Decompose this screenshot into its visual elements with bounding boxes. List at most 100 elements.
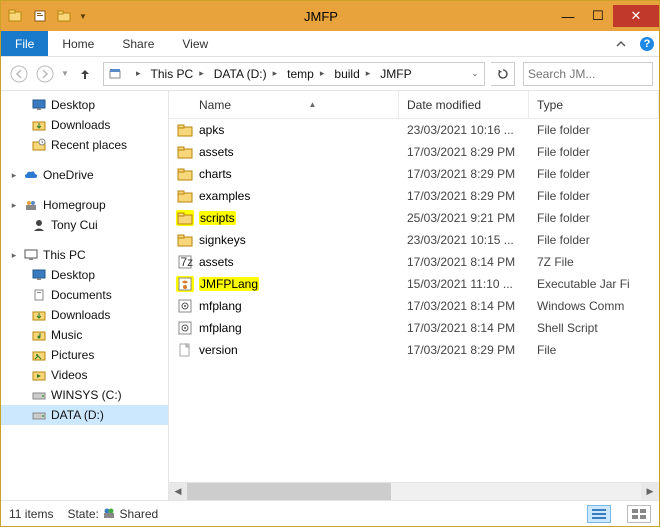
view-icons-button[interactable] — [627, 505, 651, 523]
horizontal-scrollbar[interactable]: ◀ ▶ — [169, 482, 659, 500]
list-row[interactable]: version17/03/2021 8:29 PMFile — [169, 339, 659, 361]
crumb-4[interactable]: JMFP — [374, 63, 415, 85]
col-type-header[interactable]: Type — [529, 91, 659, 118]
file-name: apks — [199, 123, 224, 137]
ribbon-expand-button[interactable] — [607, 31, 635, 56]
quick-access-toolbar: ▼ — [29, 5, 89, 27]
address-bar[interactable]: ▸ This PC▸ DATA (D:)▸ temp▸ build▸ JMFP … — [103, 62, 485, 86]
nav-recent-dropdown[interactable]: ▼ — [59, 62, 71, 86]
list-row[interactable]: JMFPLang15/03/2021 11:10 ...Executable J… — [169, 273, 659, 295]
tree-thispc[interactable]: ▸This PC — [1, 245, 168, 265]
cell-date: 15/03/2021 11:10 ... — [399, 277, 529, 291]
window-controls: — ☐ ✕ — [553, 5, 659, 27]
tree-pc-desktop[interactable]: Desktop — [1, 265, 168, 285]
tree-fav-recent[interactable]: Recent places — [1, 135, 168, 155]
list-row[interactable]: assets17/03/2021 8:29 PMFile folder — [169, 141, 659, 163]
window-title: JMFP — [89, 9, 553, 24]
status-item-count: 11 items — [9, 507, 53, 521]
qat-newfolder-button[interactable] — [53, 5, 75, 27]
scroll-right-button[interactable]: ▶ — [641, 483, 659, 501]
list-row[interactable]: mfplang17/03/2021 8:14 PMWindows Comm — [169, 295, 659, 317]
crumb-0[interactable]: This PC▸ — [145, 63, 208, 85]
minimize-button[interactable]: — — [553, 5, 583, 27]
list-row[interactable]: mfplang17/03/2021 8:14 PMShell Script — [169, 317, 659, 339]
list-row[interactable]: apks23/03/2021 10:16 ...File folder — [169, 119, 659, 141]
view-details-button[interactable] — [587, 505, 611, 523]
nav-up-button[interactable] — [73, 62, 97, 86]
svg-text:7z: 7z — [181, 255, 194, 269]
list-rows[interactable]: apks 23/03/2021 10:16 ... File folder asset… — [169, 119, 659, 482]
search-input[interactable] — [524, 67, 660, 81]
refresh-button[interactable] — [491, 62, 515, 86]
ribbon-home-tab[interactable]: Home — [48, 31, 108, 56]
cell-name: examples — [169, 188, 399, 204]
ribbon: File Home Share View ? — [1, 31, 659, 57]
tree-onedrive[interactable]: ▸OneDrive — [1, 165, 168, 185]
crumb-1[interactable]: DATA (D:)▸ — [208, 63, 281, 85]
tree-pc-downloads[interactable]: Downloads — [1, 305, 168, 325]
help-button[interactable]: ? — [635, 31, 659, 56]
scroll-track[interactable] — [187, 483, 641, 501]
ribbon-file-tab[interactable]: File — [1, 31, 48, 56]
nav-back-button[interactable] — [7, 62, 31, 86]
desktop-icon — [31, 98, 47, 112]
jar-icon — [177, 276, 193, 292]
tree-pc-documents[interactable]: Documents — [1, 285, 168, 305]
tree-pc-pictures[interactable]: Pictures — [1, 345, 168, 365]
cell-date: 17/03/2021 8:29 PM — [399, 343, 529, 357]
cell-name: mfplang — [169, 320, 399, 336]
cell-date: 23/03/2021 10:15 ... — [399, 233, 529, 247]
tree-homegroup[interactable]: ▸Homegroup — [1, 195, 168, 215]
address-dropdown[interactable]: ⌄ — [466, 69, 484, 78]
tree-pc-drive-c[interactable]: WINSYS (C:) — [1, 385, 168, 405]
search-box[interactable] — [523, 62, 653, 86]
ribbon-share-tab[interactable]: Share — [108, 31, 168, 56]
list-row[interactable]: scripts25/03/2021 9:21 PMFile folder — [169, 207, 659, 229]
cell-name: assets — [169, 144, 399, 160]
tree-homegroup-user[interactable]: Tony Cui — [1, 215, 168, 235]
crumb-3[interactable]: build▸ — [328, 63, 374, 85]
tree-pc-videos[interactable]: Videos — [1, 365, 168, 385]
qat-properties-button[interactable] — [29, 5, 51, 27]
folder-icon — [177, 188, 193, 204]
nav-tree[interactable]: Desktop Downloads Recent places ▸OneDriv… — [1, 91, 169, 500]
list-row[interactable]: charts17/03/2021 8:29 PMFile folder — [169, 163, 659, 185]
tree-pc-music[interactable]: Music — [1, 325, 168, 345]
app-icon — [7, 9, 23, 23]
crumb-root-sep[interactable]: ▸ — [126, 63, 145, 85]
close-button[interactable]: ✕ — [613, 5, 659, 27]
onedrive-icon — [23, 168, 39, 182]
explorer-window: ▼ JMFP — ☐ ✕ File Home Share View ? ▼ — [0, 0, 660, 527]
cell-name: mfplang — [169, 298, 399, 314]
scroll-thumb[interactable] — [187, 483, 391, 501]
list-row[interactable]: examples17/03/2021 8:29 PMFile folder — [169, 185, 659, 207]
crumb-2[interactable]: temp▸ — [281, 63, 328, 85]
cell-name: signkeys — [169, 232, 399, 248]
qat-dropdown[interactable]: ▼ — [77, 5, 89, 27]
cell-name: version — [169, 342, 399, 358]
maximize-button[interactable]: ☐ — [583, 5, 613, 27]
list-row[interactable]: signkeys23/03/2021 10:15 ...File folder — [169, 229, 659, 251]
downloads-icon — [31, 308, 47, 322]
folder-icon — [177, 166, 193, 182]
tree-pc-drive-d[interactable]: DATA (D:) — [1, 405, 168, 425]
body: Desktop Downloads Recent places ▸OneDriv… — [1, 91, 659, 500]
chevron-right-icon: ▸ — [9, 170, 19, 181]
nav-forward-button[interactable] — [33, 62, 57, 86]
cell-type: File folder — [529, 233, 659, 247]
ribbon-view-tab[interactable]: View — [168, 31, 222, 56]
file-icon — [177, 342, 193, 358]
cell-type: Windows Comm — [529, 299, 659, 313]
cell-date: 23/03/2021 10:16 ... — [399, 123, 529, 137]
cell-type: File folder — [529, 167, 659, 181]
7z-icon: 7z — [177, 254, 193, 270]
col-date-header[interactable]: Date modified — [399, 91, 529, 118]
scroll-left-button[interactable]: ◀ — [169, 483, 187, 501]
col-name-header[interactable]: Name▲ — [169, 91, 399, 118]
downloads-icon — [31, 118, 47, 132]
tree-fav-desktop[interactable]: Desktop — [1, 95, 168, 115]
file-name: JMFPLang — [199, 277, 259, 291]
list-row[interactable]: 7zassets17/03/2021 8:14 PM7Z File — [169, 251, 659, 273]
desktop-icon — [31, 268, 47, 282]
tree-fav-downloads[interactable]: Downloads — [1, 115, 168, 135]
